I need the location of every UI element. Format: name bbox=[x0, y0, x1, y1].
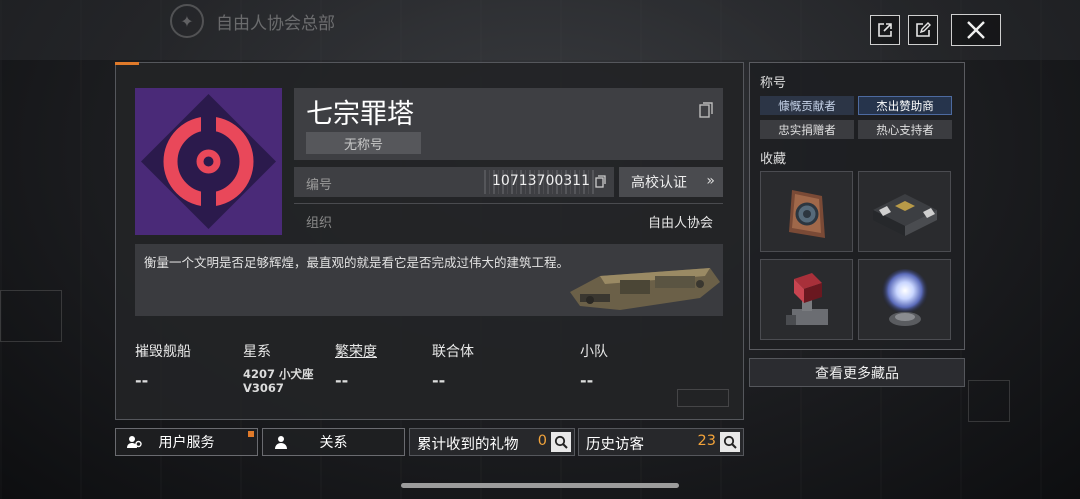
campus-verify-button[interactable]: 高校认证 » bbox=[619, 167, 723, 197]
gifts-search-button[interactable] bbox=[551, 432, 571, 452]
gold-chest-icon bbox=[872, 193, 937, 236]
chevron-right-icon: » bbox=[706, 173, 715, 189]
id-label: 编号 bbox=[306, 178, 333, 193]
stat-label: 星系 bbox=[243, 344, 271, 360]
signature-box: 衡量一个文明是否足够辉煌，最直观的就是看它是否完成过伟大的建筑工程。 bbox=[135, 244, 723, 316]
stat-ships-destroyed: 摧毁舰船 -- bbox=[135, 341, 191, 390]
gifts-label: 累计收到的礼物 bbox=[417, 437, 519, 453]
share-button[interactable] bbox=[870, 15, 900, 45]
user-service-button[interactable]: 用户服务 bbox=[115, 428, 258, 456]
background-deco-right bbox=[968, 380, 1010, 422]
stat-galaxy: 星系 4207 小犬座 V3067 bbox=[243, 341, 323, 395]
red-cube-device-icon bbox=[785, 272, 828, 325]
view-more-collection-button[interactable]: 查看更多藏品 bbox=[749, 358, 965, 387]
visitors-search-button[interactable] bbox=[720, 432, 740, 452]
grid-decoration bbox=[677, 389, 729, 407]
stat-value: 4207 小犬座 V3067 bbox=[243, 367, 314, 395]
hq-title: 自由人协会总部 bbox=[216, 13, 335, 34]
id-value: 10713700311 bbox=[492, 173, 590, 189]
visitors-count: 23 bbox=[697, 433, 716, 449]
collection-item[interactable] bbox=[858, 259, 951, 340]
signature-text: 衡量一个文明是否足够辉煌，最直观的就是看它是否完成过伟大的建筑工程。 bbox=[144, 255, 570, 270]
external-link-icon bbox=[878, 23, 892, 37]
hq-header: ✦ 自由人协会总部 bbox=[170, 4, 335, 38]
panel-accent bbox=[115, 62, 139, 65]
title-badge[interactable]: 无称号 bbox=[306, 132, 421, 154]
gear-plaque-icon bbox=[788, 189, 825, 238]
stat-squad: 小队 -- bbox=[580, 341, 608, 390]
stat-value: -- bbox=[135, 371, 149, 390]
notification-dot bbox=[248, 431, 254, 437]
stat-prosperity[interactable]: 繁荣度 -- bbox=[335, 341, 377, 390]
title-tag[interactable]: 慷慨贡献者 bbox=[760, 96, 854, 115]
titles-collection-panel: 称号 慷慨贡献者 杰出赞助商 忠实捐赠者 热心支持者 收藏 bbox=[749, 62, 965, 350]
avatar[interactable] bbox=[135, 88, 282, 235]
profile-panel: 七宗罪塔 无称号 编号 10713700311 高校认证 » 组织 自由人协会 … bbox=[115, 62, 744, 420]
gifts-received-field[interactable]: 累计收到的礼物 0 bbox=[409, 428, 575, 456]
stat-label: 摧毁舰船 bbox=[135, 344, 191, 360]
titles-heading: 称号 bbox=[760, 76, 787, 91]
stat-value: -- bbox=[335, 371, 349, 390]
id-row: 编号 10713700311 bbox=[294, 167, 614, 197]
org-value[interactable]: 自由人协会 bbox=[648, 212, 713, 231]
collection-item[interactable] bbox=[760, 171, 853, 252]
org-row: 组织 自由人协会 bbox=[294, 203, 723, 233]
title-tag[interactable]: 忠实捐赠者 bbox=[760, 120, 854, 139]
stat-union: 联合体 -- bbox=[432, 341, 474, 390]
background-deco-left bbox=[0, 290, 62, 342]
collection-item[interactable] bbox=[858, 171, 951, 252]
stat-label: 联合体 bbox=[432, 344, 474, 360]
glowing-orb-icon bbox=[880, 268, 929, 326]
relations-label: 关系 bbox=[319, 435, 348, 451]
hq-emblem-icon: ✦ bbox=[170, 4, 204, 38]
edit-button[interactable] bbox=[908, 15, 938, 45]
org-label: 组织 bbox=[306, 216, 333, 231]
player-name: 七宗罪塔 bbox=[306, 99, 414, 130]
history-visitors-field[interactable]: 历史访客 23 bbox=[578, 428, 744, 456]
spaceship-image bbox=[570, 268, 720, 310]
close-icon bbox=[967, 21, 985, 39]
stat-label[interactable]: 繁荣度 bbox=[335, 341, 377, 361]
stats-row: 摧毁舰船 -- 星系 4207 小犬座 V3067 繁荣度 -- 联合体 -- … bbox=[135, 341, 723, 411]
guild-emblem-icon bbox=[135, 88, 282, 235]
gifts-count: 0 bbox=[537, 433, 547, 449]
collection-item[interactable] bbox=[760, 259, 853, 340]
title-tag-selected[interactable]: 杰出赞助商 bbox=[858, 96, 952, 115]
home-indicator[interactable] bbox=[401, 483, 679, 488]
collection-heading: 收藏 bbox=[760, 152, 787, 167]
search-icon bbox=[723, 435, 737, 449]
copy-icon[interactable] bbox=[699, 102, 713, 118]
user-service-label: 用户服务 bbox=[158, 435, 215, 451]
relations-button[interactable]: 关系 bbox=[262, 428, 405, 456]
copy-id-icon[interactable] bbox=[595, 175, 606, 188]
edit-icon bbox=[916, 22, 931, 37]
stat-label: 小队 bbox=[580, 344, 608, 360]
title-tag[interactable]: 热心支持者 bbox=[858, 120, 952, 139]
search-icon bbox=[554, 435, 568, 449]
campus-verify-label: 高校认证 bbox=[631, 175, 687, 191]
visitors-label: 历史访客 bbox=[586, 437, 644, 453]
close-button[interactable] bbox=[951, 14, 1001, 46]
name-box: 七宗罪塔 无称号 bbox=[294, 88, 723, 160]
stat-value: -- bbox=[432, 371, 446, 390]
stat-value: -- bbox=[580, 371, 594, 390]
